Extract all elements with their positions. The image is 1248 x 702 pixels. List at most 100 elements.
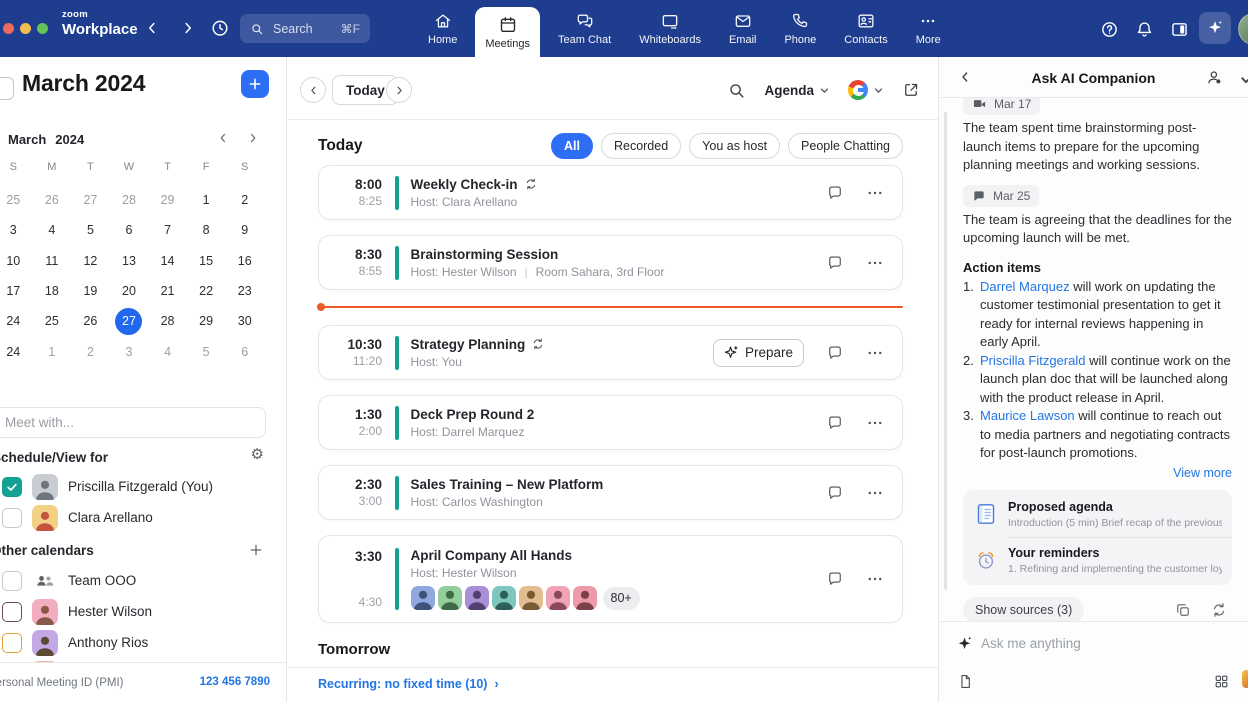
meeting-card[interactable]: 2:30 3:00 Sales Training – New Platform Hos… <box>318 465 903 520</box>
calendar-day[interactable]: 25 <box>0 185 33 215</box>
calendar-day[interactable]: 29 <box>148 185 187 215</box>
forward-button[interactable] <box>176 16 200 40</box>
meeting-card[interactable]: 3:30 4:30 April Company All Hands Host: Hes… <box>318 535 903 623</box>
calendar-day[interactable]: 6 <box>110 215 149 245</box>
ask-input[interactable]: Ask me anything <box>957 636 1081 651</box>
calendar-day[interactable]: 2 <box>71 336 110 366</box>
chat-icon[interactable] <box>826 484 844 502</box>
attach-file-icon[interactable] <box>957 673 974 690</box>
calendar-day[interactable]: 13 <box>110 246 149 276</box>
send-button[interactable] <box>1242 670 1248 688</box>
calendar-day[interactable]: 23 <box>225 276 264 306</box>
chat-icon[interactable] <box>826 344 844 362</box>
refresh-icon[interactable] <box>1210 601 1228 619</box>
window-zoom-button[interactable] <box>37 23 48 34</box>
back-button[interactable] <box>140 16 164 40</box>
chat-icon[interactable] <box>826 254 844 272</box>
recurring-meetings-link[interactable]: Recurring: no fixed time (10) › <box>318 677 499 691</box>
calendar-day[interactable]: 26 <box>71 306 110 336</box>
help-icon[interactable] <box>1097 17 1121 41</box>
more-options-icon[interactable] <box>866 184 884 202</box>
add-calendar-icon[interactable] <box>248 542 264 558</box>
chat-icon[interactable] <box>826 414 844 432</box>
history-icon[interactable] <box>208 16 232 40</box>
tab-whiteboards[interactable]: Whiteboards <box>629 0 711 57</box>
calendar-day[interactable]: 18 <box>33 276 72 306</box>
calendar-person-row[interactable]: Anthony Rios <box>0 627 286 658</box>
calendar-day[interactable]: 28 <box>148 306 187 336</box>
calendar-day[interactable]: 21 <box>148 276 187 306</box>
filter-pill-people-chatting[interactable]: People Chatting <box>788 133 903 159</box>
tab-more[interactable]: More <box>906 0 951 57</box>
show-sources-button[interactable]: Show sources (3) <box>963 596 1085 622</box>
user-avatar[interactable] <box>1238 13 1248 45</box>
calendar-day[interactable]: 20 <box>110 276 149 306</box>
unchecked-checkbox[interactable] <box>2 570 22 591</box>
action-item-person-link[interactable]: Darrel Marquez <box>980 279 1070 294</box>
calendar-day[interactable]: 16 <box>225 246 264 276</box>
chevron-down-icon[interactable] <box>1239 73 1248 87</box>
prepare-button[interactable]: Prepare <box>712 338 804 367</box>
new-meeting-button[interactable] <box>241 70 269 98</box>
calendar-day[interactable]: 8 <box>187 215 226 245</box>
meeting-card[interactable]: 10:30 11:20 Strategy Planning Host: You Prep… <box>318 325 903 380</box>
calendar-day[interactable]: 3 <box>0 215 33 245</box>
calendar-person-row[interactable]: Clara Arellano <box>0 502 286 533</box>
meet-with-input[interactable] <box>0 407 266 438</box>
apps-grid-icon[interactable] <box>1213 673 1230 690</box>
more-options-icon[interactable] <box>866 254 884 272</box>
unchecked-checkbox[interactable] <box>2 601 22 622</box>
tab-contacts[interactable]: Contacts <box>834 0 897 57</box>
calendar-day[interactable]: 22 <box>187 276 226 306</box>
global-search[interactable]: ⌘F <box>240 14 370 43</box>
window-minimize-button[interactable] <box>20 23 31 34</box>
more-options-icon[interactable] <box>866 344 884 362</box>
tab-team-chat[interactable]: Team Chat <box>548 0 621 57</box>
calendar-day[interactable]: 9 <box>225 215 264 245</box>
more-options-icon[interactable] <box>866 484 884 502</box>
calendar-day[interactable]: 12 <box>71 246 110 276</box>
pmi-value[interactable]: 123 456 7890 <box>200 676 270 688</box>
copy-icon[interactable] <box>1174 601 1192 619</box>
gear-icon[interactable]: ⚙ <box>251 447 264 462</box>
calendar-day[interactable]: 5 <box>71 215 110 245</box>
side-panel-toggle-icon[interactable] <box>1167 17 1191 41</box>
attachment-proposed-agenda[interactable]: Proposed agenda Introduction (5 min) Brie… <box>963 492 1232 537</box>
calendar-day[interactable]: 5 <box>187 336 226 366</box>
tab-home[interactable]: Home <box>418 0 467 57</box>
meeting-card[interactable]: 8:00 8:25 Weekly Check-in Host: Clara Arell… <box>318 165 903 220</box>
calendar-person-row[interactable]: Hester Wilson <box>0 596 286 627</box>
more-options-icon[interactable] <box>866 570 884 588</box>
person-icon[interactable] <box>1205 68 1224 87</box>
chat-icon[interactable] <box>826 570 844 588</box>
calendar-person-row[interactable]: Team OOO <box>0 565 286 596</box>
filter-pill-all[interactable]: All <box>550 133 593 159</box>
calendar-day[interactable]: 26 <box>33 185 72 215</box>
open-external-icon[interactable] <box>902 81 920 99</box>
search-input[interactable] <box>271 20 333 37</box>
search-icon[interactable] <box>727 81 746 100</box>
calendar-day[interactable]: 10 <box>0 246 33 276</box>
calendar-person-row[interactable]: Priscilla Fitzgerald (You) <box>0 471 286 502</box>
calendar-day[interactable]: 15 <box>187 246 226 276</box>
meeting-card[interactable]: 1:30 2:00 Deck Prep Round 2 Host: Darrel Ma… <box>318 395 903 450</box>
calendar-day[interactable]: 17 <box>0 276 33 306</box>
calendar-day[interactable]: 25 <box>33 306 72 336</box>
chat-icon[interactable] <box>826 184 844 202</box>
calendar-day[interactable]: 4 <box>33 215 72 245</box>
calendar-day[interactable]: 19 <box>71 276 110 306</box>
calendar-day[interactable]: 2 <box>225 185 264 215</box>
view-more-link[interactable]: View more <box>963 466 1232 480</box>
unchecked-checkbox[interactable] <box>2 507 22 528</box>
mini-calendar-next-icon[interactable] <box>246 131 260 145</box>
calendar-day[interactable]: 4 <box>148 336 187 366</box>
calendar-day[interactable]: 11 <box>33 246 72 276</box>
calendar-day[interactable]: 3 <box>110 336 149 366</box>
mini-calendar-prev-icon[interactable] <box>216 131 230 145</box>
google-calendar-dropdown[interactable] <box>848 80 884 100</box>
calendar-day[interactable]: 24 <box>0 306 33 336</box>
tab-email[interactable]: Email <box>719 0 767 57</box>
calendar-day[interactable]: 24 <box>0 336 33 366</box>
filter-pill-you-as-host[interactable]: You as host <box>689 133 781 159</box>
calendar-day[interactable]: 28 <box>110 185 149 215</box>
